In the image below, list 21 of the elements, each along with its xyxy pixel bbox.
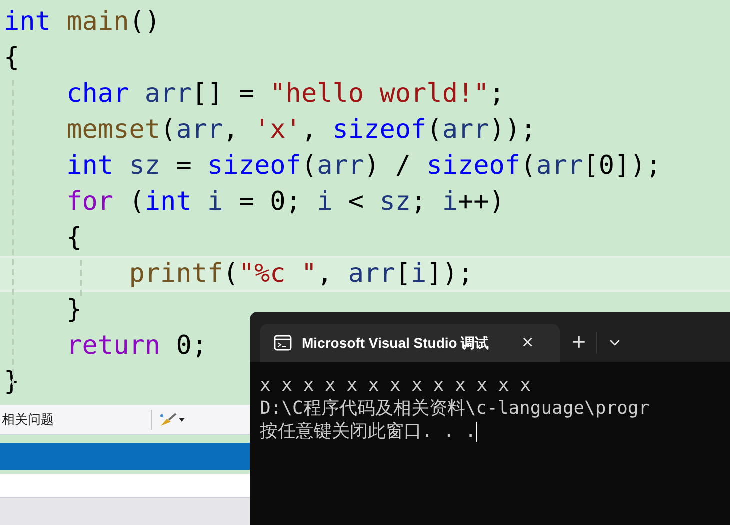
code-line: int sz = sizeof(arr) / sizeof(arr[0]); (66, 150, 662, 182)
message-text: 相关问题 (1, 410, 55, 429)
broom-icon[interactable] (158, 412, 188, 428)
close-button[interactable]: × (522, 333, 534, 353)
tab-title: Microsoft Visual Studio 调试 (302, 334, 490, 352)
console-output-line: 按任意键关闭此窗口. . . (260, 420, 476, 443)
code-line: } (66, 294, 82, 326)
code-line: for (int i = 0; i < sz; i++) (66, 186, 505, 218)
console-output-line: x x x x x x x x x x x x x (260, 374, 531, 397)
console-icon (274, 335, 292, 351)
code-line: { (3, 42, 20, 74)
code-line: { (66, 222, 82, 254)
terminal-tab[interactable]: Microsoft Visual Studio 调试 × (260, 324, 560, 362)
code-line: return 0; (66, 330, 208, 362)
text-cursor (476, 422, 478, 442)
new-tab-button[interactable]: + (572, 331, 586, 355)
code-line: memset(arr, 'x', sizeof(arr)); (66, 114, 536, 146)
code-line: printf("%c ", arr[i]); (128, 258, 474, 290)
code-line: int main() (3, 6, 161, 38)
code-line: char arr[] = "hello world!"; (66, 78, 505, 110)
console-output-line: D:\C程序代码及相关资料\c-language\progr (260, 397, 650, 420)
